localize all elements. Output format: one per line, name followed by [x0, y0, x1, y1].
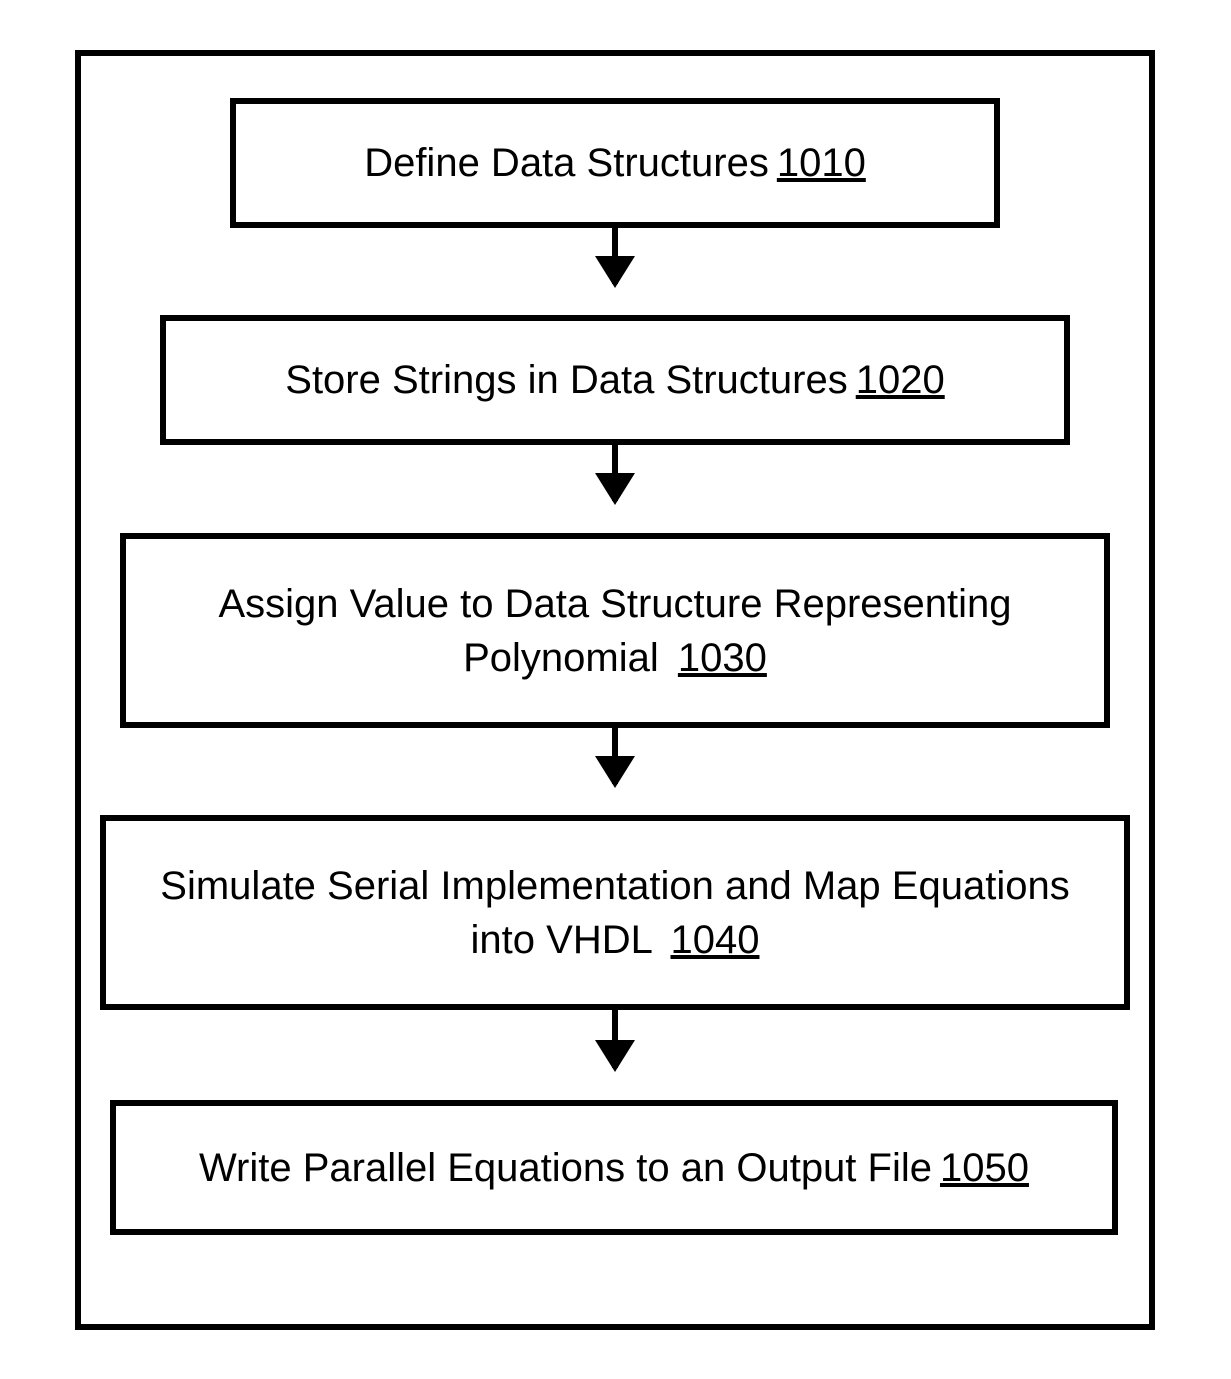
diagram-canvas: Define Data Structures 1010 Store String… — [0, 0, 1231, 1379]
arrow-icon — [612, 445, 618, 501]
flow-node-assign-polynomial: Assign Value to Data Structure Represent… — [120, 533, 1110, 728]
arrow-icon — [612, 228, 618, 284]
node-label: Assign Value to Data Structure Represent… — [218, 582, 1011, 680]
flow-node-write-output: Write Parallel Equations to an Output Fi… — [110, 1100, 1118, 1235]
arrow-icon — [612, 1010, 618, 1068]
node-label: Store Strings in Data Structures — [285, 353, 847, 407]
node-ref: 1050 — [940, 1141, 1029, 1195]
node-ref: 1010 — [777, 136, 866, 190]
node-ref: 1030 — [678, 636, 767, 680]
flow-node-store-strings: Store Strings in Data Structures 1020 — [160, 315, 1070, 445]
arrow-icon — [612, 728, 618, 784]
node-label: Simulate Serial Implementation and Map E… — [160, 864, 1069, 962]
node-label: Define Data Structures — [364, 136, 769, 190]
flow-node-simulate-vhdl: Simulate Serial Implementation and Map E… — [100, 815, 1130, 1010]
node-label: Write Parallel Equations to an Output Fi… — [199, 1141, 932, 1195]
node-ref: 1020 — [856, 353, 945, 407]
node-ref: 1040 — [670, 918, 759, 962]
flow-node-define-data-structures: Define Data Structures 1010 — [230, 98, 1000, 228]
